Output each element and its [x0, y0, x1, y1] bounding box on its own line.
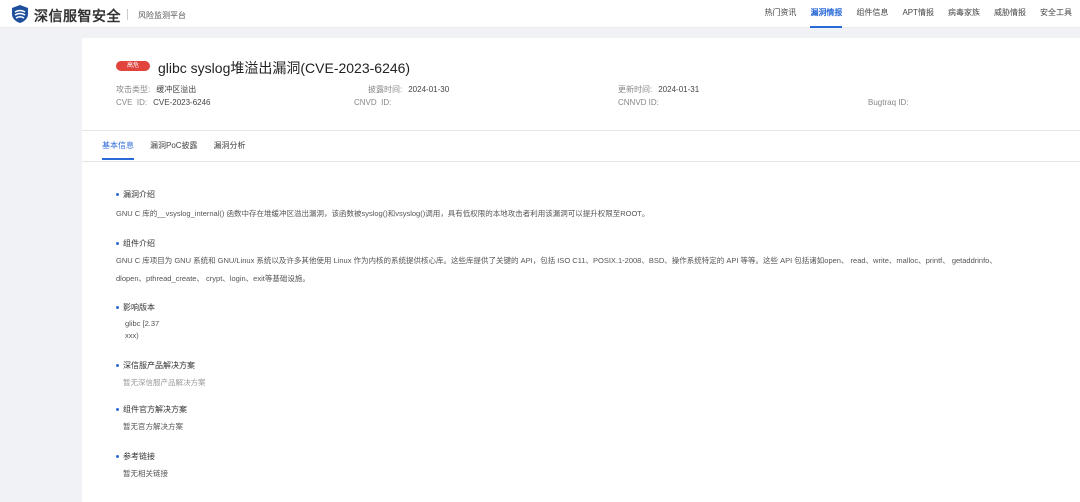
- updated-value: 2024-01-31: [658, 85, 700, 94]
- updated-field: 更新时间: 2024-01-31: [618, 84, 699, 95]
- bullet-dot-icon: [116, 408, 119, 412]
- tab-basic-info[interactable]: 基本信息: [102, 140, 134, 160]
- cve-value: CVE-2023-6246: [153, 98, 211, 107]
- nav-apt-intel[interactable]: APT情报: [902, 0, 934, 28]
- cnnvd-field: CNNVD ID:: [618, 98, 665, 107]
- section-label: 参考链接: [123, 452, 155, 461]
- bugtraq-field: Bugtraq ID:: [868, 98, 914, 107]
- component-intro-text-line1: GNU C 库项目为 GNU 系统和 GNU/Linux 系统以及许多其他使用 …: [116, 256, 997, 265]
- section-label: 深信服产品解决方案: [123, 361, 195, 370]
- nav-threat-intel[interactable]: 威胁情报: [994, 0, 1026, 28]
- section-label: 漏洞介绍: [123, 190, 155, 199]
- bullet-dot-icon: [116, 455, 119, 459]
- header-divider: [82, 130, 1080, 131]
- official-solution-text: 暂无官方解决方案: [123, 422, 183, 431]
- section-official-solution-title: 组件官方解决方案: [116, 404, 187, 415]
- nav-security-tools[interactable]: 安全工具: [1040, 0, 1072, 28]
- brand-divider: [127, 9, 128, 20]
- section-vuln-intro-title: 漏洞介绍: [116, 189, 155, 200]
- platform-name: 风险监测平台: [138, 11, 186, 20]
- severity-badge: 高危: [116, 61, 150, 71]
- bullet-dot-icon: [116, 364, 119, 368]
- tab-poc-disclosure[interactable]: 漏洞PoC披露: [150, 140, 198, 160]
- section-component-intro-title: 组件介绍: [116, 238, 155, 249]
- attack-type-label: 攻击类型:: [116, 85, 151, 94]
- cve-field: CVE ID: CVE-2023-6246: [116, 98, 211, 107]
- bullet-dot-icon: [116, 193, 119, 197]
- cnvd-label: CNVD ID:: [354, 98, 392, 107]
- nav-virus-family[interactable]: 病毒家族: [948, 0, 980, 28]
- disclosed-field: 披露时间: 2024-01-30: [368, 84, 449, 95]
- cve-label: CVE ID:: [116, 98, 148, 107]
- component-intro-text-line2: dlopen、pthread_create、 crypt、login、exit等…: [116, 274, 310, 283]
- vendor-solution-text: 暂无深信服产品解决方案: [123, 378, 206, 387]
- vuln-title: glibc syslog堆溢出漏洞(CVE-2023-6246): [158, 60, 411, 76]
- section-references-title: 参考链接: [116, 451, 155, 462]
- section-vendor-solution-title: 深信服产品解决方案: [116, 360, 195, 371]
- section-label: 组件介绍: [123, 239, 155, 248]
- tab-vuln-analysis[interactable]: 漏洞分析: [214, 140, 246, 160]
- affected-version-line1: glibc [2.37: [125, 319, 160, 328]
- main-nav: 热门资讯 漏洞情报 组件信息 APT情报 病毒家族 威胁情报 安全工具: [750, 0, 1072, 28]
- section-label: 影响版本: [123, 303, 155, 312]
- nav-hot-news[interactable]: 热门资讯: [764, 0, 796, 28]
- bugtraq-label: Bugtraq ID:: [868, 98, 909, 107]
- attack-type-field: 攻击类型: 缓冲区溢出: [116, 84, 196, 95]
- vuln-intro-text: GNU C 库的__vsyslog_internal() 函数中存在堆缓冲区溢出…: [116, 209, 650, 218]
- bullet-dot-icon: [116, 306, 119, 310]
- vuln-detail-panel: 高危 glibc syslog堆溢出漏洞(CVE-2023-6246) 攻击类型…: [82, 38, 1080, 502]
- nav-component-info[interactable]: 组件信息: [856, 0, 888, 28]
- references-text: 暂无相关链接: [123, 469, 168, 478]
- tabs-divider: [82, 161, 1080, 162]
- disclosed-label: 披露时间:: [368, 85, 403, 94]
- cnvd-field: CNVD ID:: [354, 98, 397, 107]
- updated-label: 更新时间:: [618, 85, 653, 94]
- bullet-dot-icon: [116, 242, 119, 246]
- section-label: 组件官方解决方案: [123, 405, 187, 414]
- brand-name[interactable]: 深信服智安全: [34, 6, 121, 26]
- affected-version-line2: xxx): [125, 331, 139, 340]
- cnnvd-label: CNNVD ID:: [618, 98, 659, 107]
- section-affected-versions-title: 影响版本: [116, 302, 155, 313]
- detail-tabs: 基本信息 漏洞PoC披露 漏洞分析: [102, 140, 262, 160]
- attack-type-value: 缓冲区溢出: [156, 85, 197, 94]
- top-navbar: 深信服智安全 风险监测平台 热门资讯 漏洞情报 组件信息 APT情报 病毒家族 …: [0, 0, 1080, 28]
- nav-vuln-intel[interactable]: 漏洞情报: [810, 0, 843, 28]
- shield-logo-icon[interactable]: [10, 4, 30, 24]
- disclosed-value: 2024-01-30: [408, 85, 450, 94]
